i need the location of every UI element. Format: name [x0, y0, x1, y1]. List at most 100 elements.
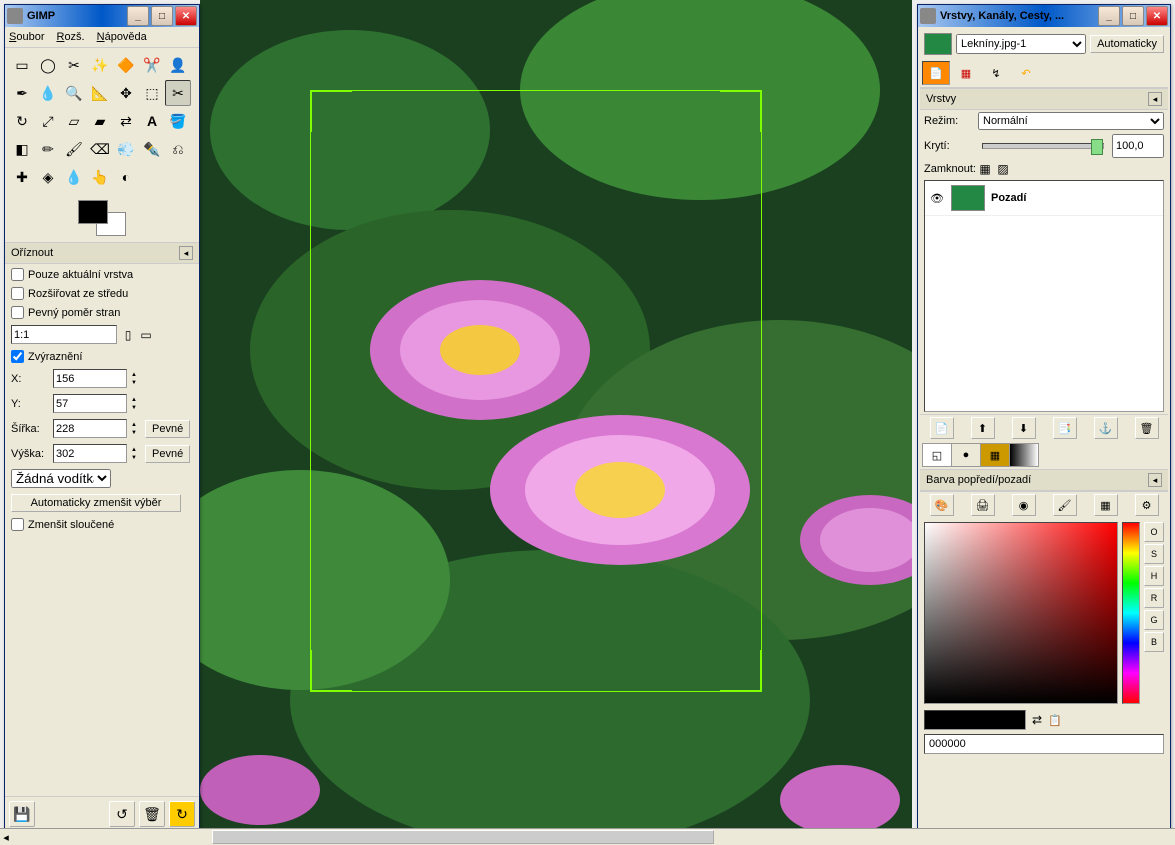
collapse-icon[interactable]: ◂ — [1148, 92, 1162, 106]
toolbox-titlebar[interactable]: GIMP _ □ ✕ — [5, 5, 199, 27]
heal-tool[interactable]: ✚ — [9, 164, 35, 190]
measure-tool[interactable]: 📐 — [87, 80, 113, 106]
smudge-tool[interactable]: 👆 — [87, 164, 113, 190]
brush-tab[interactable]: ● — [951, 443, 981, 467]
rect-select-tool[interactable]: ▭ — [9, 52, 35, 78]
scales-icon[interactable]: ⚙ — [1135, 494, 1159, 516]
minimize-button[interactable]: _ — [127, 6, 149, 26]
collapse-icon[interactable]: ◂ — [179, 246, 193, 260]
flip-tool[interactable]: ⇄ — [113, 108, 139, 134]
move-tool[interactable]: ✥ — [113, 80, 139, 106]
opt-from-center[interactable]: Rozšiřovat ze středu — [11, 287, 193, 300]
color-swatch[interactable] — [78, 200, 126, 236]
paths-tab[interactable]: ↯ — [982, 61, 1010, 85]
watercolor-icon[interactable]: ◉ — [1012, 494, 1036, 516]
delete-options-icon[interactable]: 🗑 — [139, 801, 165, 827]
lock-pixels-icon[interactable]: ▦ — [978, 162, 992, 176]
auto-button[interactable]: Automaticky — [1090, 35, 1164, 53]
blend-tool[interactable]: ◧ — [9, 136, 35, 162]
swap-icon[interactable]: ⇄ — [1030, 713, 1044, 727]
clone-tool[interactable]: ⎌ — [165, 136, 191, 162]
new-layer-button[interactable]: 📄 — [930, 417, 954, 439]
layers-titlebar[interactable]: Vrstvy, Kanály, Cesty, ... _ □ ✕ — [918, 5, 1170, 27]
current-color-swatch[interactable] — [924, 710, 1026, 730]
shear-tool[interactable]: ▱ — [61, 108, 87, 134]
fg-select-tool[interactable]: 👤 — [165, 52, 191, 78]
opt-fixed-ratio[interactable]: Pevný poměr stran — [11, 306, 193, 319]
g-button[interactable]: G — [1144, 610, 1164, 630]
lock-alpha-icon[interactable]: ▨ — [996, 162, 1010, 176]
pattern-tab[interactable]: ▦ — [980, 443, 1010, 467]
s-button[interactable]: S — [1144, 544, 1164, 564]
hue-bar[interactable] — [1122, 522, 1140, 704]
portrait-icon[interactable]: ▯ — [121, 328, 135, 342]
guides-select[interactable]: Žádná vodítka — [11, 469, 111, 488]
opt-shrink-merged[interactable]: Zmenšit sloučené — [11, 518, 193, 531]
menu-help[interactable]: Nápověda — [97, 31, 147, 43]
ratio-input[interactable] — [11, 325, 117, 344]
reset-options-icon[interactable]: ↻ — [169, 801, 195, 827]
eraser-tool[interactable]: ⌫ — [87, 136, 113, 162]
save-options-icon[interactable]: 💾 — [9, 801, 35, 827]
triangle-icon[interactable]: 🖌 — [1053, 494, 1077, 516]
restore-options-icon[interactable]: ↺ — [109, 801, 135, 827]
paths-tool[interactable]: ✒ — [9, 80, 35, 106]
color-area[interactable] — [924, 522, 1118, 704]
color-picker-tool[interactable]: 💧 — [35, 80, 61, 106]
fixed-w-button[interactable]: Pevné — [145, 420, 190, 438]
opt-current-layer[interactable]: Pouze aktuální vrstva — [11, 268, 193, 281]
rotate-tool[interactable]: ↻ — [9, 108, 35, 134]
horizontal-scrollbar[interactable]: ◂ — [0, 828, 1175, 845]
blur-tool[interactable]: 💧 — [61, 164, 87, 190]
fg-color[interactable] — [78, 200, 108, 224]
crop-h-input[interactable] — [53, 444, 127, 463]
anchor-layer-button[interactable]: ⚓ — [1094, 417, 1118, 439]
lower-layer-button[interactable]: ⬇ — [1012, 417, 1036, 439]
visibility-icon[interactable]: 👁 — [929, 192, 945, 205]
perspective-clone-tool[interactable]: ◈ — [35, 164, 61, 190]
scrollbar-thumb[interactable] — [212, 830, 714, 844]
maximize-button[interactable]: □ — [151, 6, 173, 26]
zoom-tool[interactable]: 🔍 — [61, 80, 87, 106]
delete-layer-button[interactable]: 🗑 — [1135, 417, 1159, 439]
add-to-palette-button[interactable]: 📋 — [1048, 714, 1108, 727]
crop-x-input[interactable] — [53, 369, 127, 388]
opacity-slider[interactable] — [982, 143, 1104, 149]
dodge-tool[interactable]: ◐ — [113, 164, 139, 190]
close-button[interactable]: ✕ — [175, 6, 197, 26]
airbrush-tool[interactable]: 💨 — [113, 136, 139, 162]
palette-icon[interactable]: ▦ — [1094, 494, 1118, 516]
crop-tool[interactable]: ✂ — [165, 80, 191, 106]
duplicate-layer-button[interactable]: 📑 — [1053, 417, 1077, 439]
menu-file[interactable]: Soubor — [9, 31, 44, 43]
layer-list[interactable]: 👁 Pozadí — [924, 180, 1164, 412]
layers-tab[interactable]: 📄 — [922, 61, 950, 85]
scroll-left-icon[interactable]: ◂ — [0, 831, 12, 844]
landscape-icon[interactable]: ▭ — [139, 328, 153, 342]
bucket-tool[interactable]: 🪣 — [165, 108, 191, 134]
ink-tool[interactable]: ✒️ — [139, 136, 165, 162]
crop-w-input[interactable] — [53, 419, 127, 438]
fgbg-tab[interactable]: ◱ — [922, 443, 952, 467]
fixed-h-button[interactable]: Pevné — [145, 445, 190, 463]
cmyk-icon[interactable]: 🖨 — [971, 494, 995, 516]
undo-tab[interactable]: ↶ — [1012, 61, 1040, 85]
gimp-picker-icon[interactable]: 🎨 — [930, 494, 954, 516]
image-select[interactable]: Lekníny.jpg-1 — [956, 34, 1086, 54]
pencil-tool[interactable]: ✏ — [35, 136, 61, 162]
opt-highlight[interactable]: Zvýraznění — [11, 350, 193, 363]
ellipse-select-tool[interactable]: ◯ — [35, 52, 61, 78]
scale-tool[interactable]: ⤢ — [35, 108, 61, 134]
align-tool[interactable]: ⬚ — [139, 80, 165, 106]
layer-item[interactable]: 👁 Pozadí — [925, 181, 1163, 216]
r-button[interactable]: R — [1144, 588, 1164, 608]
close-button[interactable]: ✕ — [1146, 6, 1168, 26]
opacity-input[interactable] — [1112, 134, 1164, 158]
menu-ext[interactable]: Rozš. — [56, 31, 84, 43]
hex-input[interactable] — [924, 734, 1164, 754]
free-select-tool[interactable]: ✂ — [61, 52, 87, 78]
mode-select[interactable]: Normální — [978, 112, 1164, 130]
h-button[interactable]: H — [1144, 566, 1164, 586]
collapse-icon[interactable]: ◂ — [1148, 473, 1162, 487]
o-button[interactable]: O — [1144, 522, 1164, 542]
